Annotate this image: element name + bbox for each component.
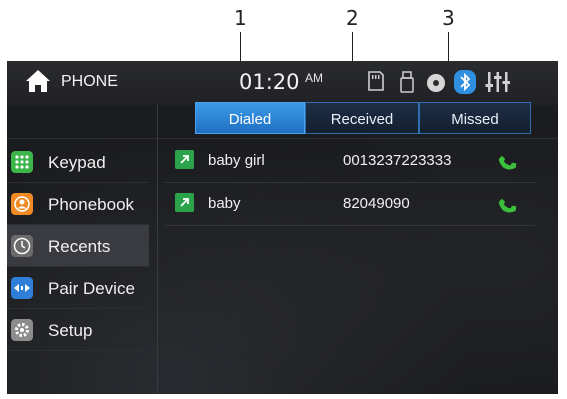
- call-name: baby: [208, 195, 241, 212]
- sidebar-divider: [157, 105, 158, 394]
- call-number: 82049090: [343, 195, 410, 212]
- app-title: PHONE: [61, 73, 118, 90]
- call-row[interactable]: baby 82049090: [165, 183, 535, 226]
- clock-ampm: AM: [305, 71, 323, 85]
- callout-3: 3: [442, 6, 455, 30]
- contact-icon: [11, 193, 33, 215]
- outgoing-call-icon: [175, 150, 194, 169]
- callout-1: 1: [234, 6, 247, 30]
- clock-icon: [11, 235, 33, 257]
- status-bar: PHONE 01:20 AM: [7, 61, 558, 105]
- keypad-icon: [11, 151, 33, 173]
- equalizer-icon[interactable]: [485, 71, 511, 93]
- clock: 01:20: [239, 70, 300, 94]
- sd-card-icon: [368, 71, 384, 91]
- tab-dialed[interactable]: Dialed: [195, 102, 305, 134]
- sidebar-item-label: Phonebook: [48, 195, 135, 214]
- sidebar-item-label: Setup: [48, 321, 93, 340]
- home-icon[interactable]: [25, 68, 51, 94]
- sidebar-item-label: Keypad: [48, 153, 106, 172]
- sidebar-item-label: Recents: [48, 237, 111, 256]
- tab-received[interactable]: Received: [305, 102, 419, 134]
- tab-missed[interactable]: Missed: [419, 102, 531, 134]
- sidebar-item-phonebook[interactable]: Phonebook: [7, 183, 149, 225]
- bluetooth-pair-icon: [11, 277, 33, 299]
- sidebar-item-pair-device[interactable]: Pair Device: [7, 267, 149, 309]
- disc-icon: [427, 74, 445, 92]
- call-number: 0013237223333: [343, 152, 452, 169]
- outgoing-call-icon: [175, 193, 194, 212]
- call-phone-icon[interactable]: [496, 192, 520, 216]
- bluetooth-icon: [454, 70, 476, 94]
- sidebar-item-setup[interactable]: Setup: [7, 309, 149, 351]
- sidebar-item-label: Pair Device: [48, 279, 135, 298]
- call-phone-icon[interactable]: [496, 149, 520, 173]
- gear-icon: [11, 319, 33, 341]
- sidebar-item-keypad[interactable]: Keypad: [7, 141, 149, 183]
- callout-2: 2: [346, 6, 359, 30]
- usb-icon: [400, 71, 414, 93]
- sidebar-item-recents[interactable]: Recents: [7, 225, 149, 267]
- tab-divider: [7, 138, 558, 139]
- call-row[interactable]: baby girl 0013237223333: [165, 140, 535, 183]
- phone-screen: PHONE 01:20 AM Dialed Received Missed Ke…: [7, 61, 558, 394]
- call-name: baby girl: [208, 152, 265, 169]
